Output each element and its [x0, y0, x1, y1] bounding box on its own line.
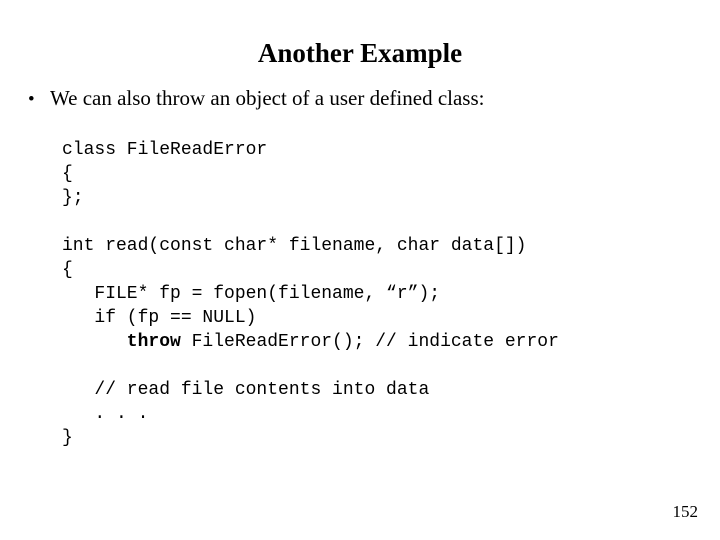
code-text: FileReadError(); // indicate error	[180, 332, 559, 352]
page-title: Another Example	[257, 38, 463, 68]
bullet-list-item: • We can also throw an object of a user …	[28, 85, 698, 113]
code-line: {	[62, 260, 73, 280]
code-line: };	[62, 188, 84, 208]
code-line: // read file contents into data	[62, 380, 430, 400]
bullet-marker-icon: •	[28, 89, 35, 110]
bullet-item-label: We can also throw an object of a user de…	[50, 86, 485, 110]
code-line: if (fp == NULL)	[62, 308, 257, 328]
code-line: {	[62, 164, 73, 184]
code-line: . . .	[62, 404, 149, 424]
page-number: 152	[672, 502, 699, 521]
code-block: class FileReadError {}; int read(const ch…	[62, 138, 682, 450]
code-line: FILE* fp = fopen(filename, “r”);	[62, 284, 441, 304]
code-line: throw FileReadError(); // indicate error	[62, 330, 682, 354]
code-line: }	[62, 428, 73, 448]
slide-canvas: Another Example • We can also throw an o…	[0, 0, 720, 540]
code-keyword: throw	[62, 332, 181, 352]
code-line: class FileReadError	[62, 140, 268, 160]
code-line: int read(const char* filename, char data…	[62, 236, 527, 256]
